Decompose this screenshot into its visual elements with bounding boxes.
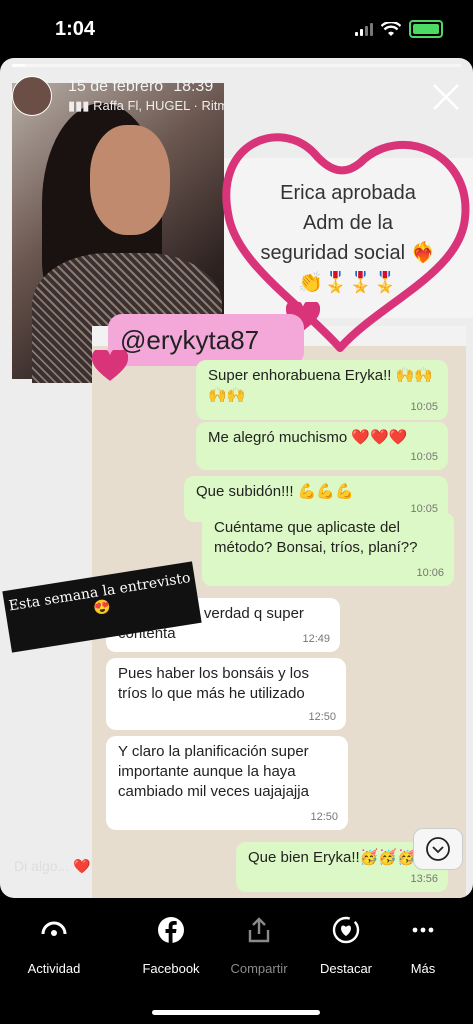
wifi-icon [381,21,401,36]
share-button[interactable]: Compartir [212,908,306,976]
scroll-down-button [413,828,463,870]
more-button[interactable]: Más [376,908,470,976]
reply-input[interactable]: Di algo... ❤️ [14,858,91,875]
signal-icon [355,22,373,36]
mention-tag[interactable]: @erykyta87 [108,314,304,366]
chat-message: Pues haber los bonsáis y los tríos lo qu… [106,658,346,730]
music-bars-icon: ▮▮▮ [68,98,94,113]
highlight-icon [332,916,360,944]
chat-message: Super enhorabuena Eryka!! 🙌🙌🙌🙌 10:05 [196,360,448,420]
story-actions-bar: Actividad Facebook Compartir Destacar Má… [0,908,473,988]
chevron-down-icon [426,837,450,861]
avatar[interactable] [12,76,52,116]
chat-message: Y claro la planificación super important… [106,736,348,830]
story-header: 15 de febrero 18:39 ▮▮▮ Raffa Fl, HUGEL ·… [12,76,243,116]
status-bar: 1:04 [0,0,473,58]
facebook-icon [158,917,184,944]
chat-message: Cuéntame que aplicaste del método? Bonsa… [202,512,454,586]
share-icon [248,917,270,943]
chat-message: Me alegró muchismo ❤️❤️❤️ 10:05 [196,422,448,470]
battery-icon [409,20,443,38]
story-progress-fill [12,64,26,67]
status-time: 1:04 [55,18,96,40]
more-icon [412,927,434,933]
activity-button[interactable]: Actividad [7,908,101,976]
activity-icon [41,921,67,936]
story-viewer[interactable]: 15 de febrero 18:39 ▮▮▮ Raffa Fl, HUGEL ·… [0,58,473,898]
close-icon[interactable] [431,82,461,112]
facebook-button[interactable]: Facebook [124,908,218,976]
story-progress-bar [12,64,461,67]
music-label[interactable]: ▮▮▮ Raffa Fl, HUGEL · Ritmo › [68,98,243,114]
heart-icon [92,350,128,381]
home-indicator[interactable] [152,1010,320,1015]
story-date: 15 de febrero [68,78,164,95]
status-icons [355,20,443,38]
story-time: 18:39 [173,78,214,95]
heart-reaction-icon[interactable]: ❤️ [73,858,90,874]
